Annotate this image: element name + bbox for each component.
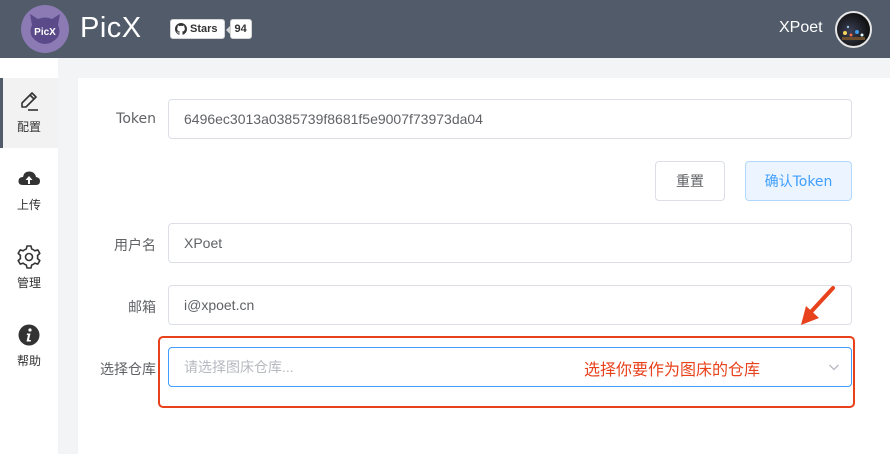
avatar-image-icon: [842, 25, 865, 40]
sidebar-item-help[interactable]: 帮助: [0, 312, 58, 382]
info-icon: [18, 324, 40, 346]
sidebar-item-manage[interactable]: 管理: [0, 234, 58, 304]
user-avatar[interactable]: [835, 11, 872, 48]
stars-label: Stars: [190, 23, 218, 35]
repo-label: 选择仓库: [100, 362, 156, 378]
confirm-token-button[interactable]: 确认Token: [745, 161, 852, 201]
sidebar-item-upload[interactable]: 上传: [0, 156, 58, 226]
annotation-arrow-icon: [801, 286, 835, 325]
edit-pencil-icon: [21, 92, 38, 111]
sidebar-item-label: 管理: [16, 276, 41, 290]
reset-button[interactable]: 重置: [655, 161, 725, 201]
token-label: Token: [116, 111, 156, 127]
annotation-text: 选择你要作为图床的仓库: [584, 360, 761, 379]
gear-icon: [17, 245, 41, 269]
username-value: XPoet: [184, 235, 223, 251]
sidebar-item-label: 配置: [16, 120, 41, 134]
sidebar-item-label: 帮助: [16, 354, 41, 368]
cat-logo-icon: PicX: [30, 14, 60, 44]
top-header: PicX PicX Stars 94 XPoet: [0, 0, 890, 58]
sidebar-nav: 配置 上传 管理 帮助: [0, 58, 58, 454]
github-icon: [175, 23, 187, 35]
github-stars-badge[interactable]: Stars 94: [170, 19, 252, 39]
sidebar-item-label: 上传: [16, 198, 41, 212]
sidebar-item-config[interactable]: 配置: [0, 78, 58, 148]
picx-logo[interactable]: PicX: [21, 5, 69, 53]
email-input[interactable]: i@xpoet.cn: [168, 285, 852, 325]
username-label: 用户名: [114, 238, 156, 254]
email-label: 邮箱: [128, 300, 156, 316]
logo-text: PicX: [34, 27, 56, 38]
token-value: 6496ec3013a0385739f8681f5e9007f73973da04: [184, 111, 483, 127]
cloud-upload-icon: [18, 171, 40, 185]
app-title: PicX: [80, 12, 142, 44]
username-input[interactable]: XPoet: [168, 223, 852, 263]
stars-button[interactable]: Stars: [170, 19, 225, 39]
header-username[interactable]: XPoet: [779, 19, 823, 37]
stars-count[interactable]: 94: [225, 19, 252, 39]
email-value: i@xpoet.cn: [184, 297, 255, 313]
token-input[interactable]: 6496ec3013a0385739f8681f5e9007f73973da04: [168, 99, 852, 139]
